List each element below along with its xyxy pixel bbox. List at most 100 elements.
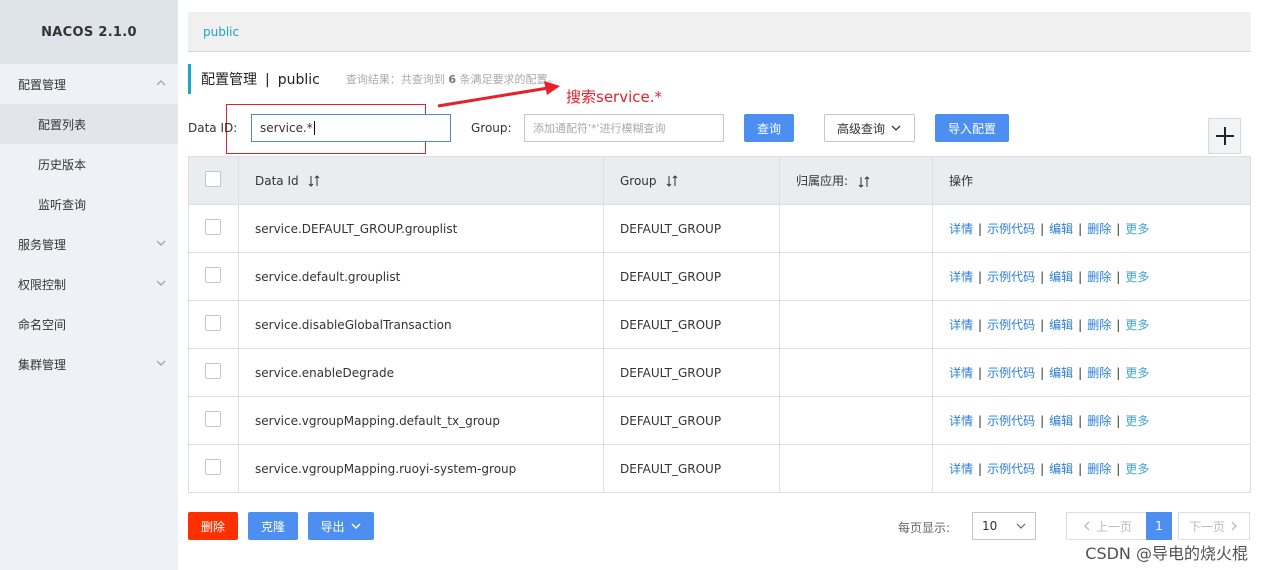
nav-history-version[interactable]: 历史版本: [0, 144, 178, 184]
delete-link[interactable]: 删除: [1087, 222, 1111, 236]
clone-button[interactable]: 克隆: [248, 512, 298, 540]
sample-code-link[interactable]: 示例代码: [987, 318, 1035, 332]
nav-access-control[interactable]: 权限控制: [0, 264, 178, 304]
add-config-button[interactable]: [1208, 118, 1241, 154]
nav-label: 配置列表: [38, 117, 87, 132]
edit-link[interactable]: 编辑: [1049, 318, 1073, 332]
op-separator: |: [1040, 414, 1045, 428]
header-data-id[interactable]: Data Id: [238, 156, 604, 205]
op-separator: |: [1078, 366, 1083, 380]
row-checkbox[interactable]: [205, 411, 221, 427]
header-label: Data Id: [255, 173, 299, 188]
text-caret: [313, 121, 315, 135]
detail-link[interactable]: 详情: [949, 318, 973, 332]
header-group[interactable]: Group: [603, 156, 780, 205]
data-id-input[interactable]: service.*: [251, 114, 451, 142]
next-page-button[interactable]: 下一页: [1178, 512, 1250, 540]
delete-link[interactable]: 删除: [1087, 270, 1111, 284]
cell-group: DEFAULT_GROUP: [603, 444, 780, 493]
more-link[interactable]: 更多: [1125, 366, 1149, 380]
edit-link[interactable]: 编辑: [1049, 462, 1073, 476]
op-separator: |: [1040, 270, 1045, 284]
header-label: Group: [620, 173, 657, 188]
page-1-button[interactable]: 1: [1146, 512, 1172, 540]
row-checkbox[interactable]: [205, 363, 221, 379]
table-row: service.disableGlobalTransaction DEFAULT_…: [188, 300, 1251, 349]
sample-code-link[interactable]: 示例代码: [987, 366, 1035, 380]
cell-data-id: service.DEFAULT_GROUP.grouplist: [238, 204, 604, 253]
title-text: 配置管理: [201, 72, 257, 88]
table-row: service.enableDegrade DEFAULT_GROUP 详情 | 示例代…: [188, 348, 1251, 397]
more-link[interactable]: 更多: [1125, 462, 1149, 476]
nav-label: 配置管理: [18, 77, 67, 92]
table-row: service.DEFAULT_GROUP.grouplist DEFAULT_G…: [188, 204, 1251, 253]
advanced-query-button[interactable]: 高级查询: [824, 114, 915, 142]
cell-group: DEFAULT_GROUP: [603, 300, 780, 349]
export-button[interactable]: 导出: [308, 512, 374, 540]
data-id-label: Data ID:: [188, 121, 238, 135]
cell-app: [779, 300, 933, 349]
detail-link[interactable]: 详情: [949, 270, 973, 284]
annotation-arrow-icon: [437, 81, 560, 108]
prev-page-button[interactable]: 上一页: [1066, 512, 1148, 540]
more-link[interactable]: 更多: [1125, 222, 1149, 236]
page-size-select[interactable]: 10: [972, 512, 1036, 540]
sort-icon[interactable]: [308, 175, 320, 187]
more-link[interactable]: 更多: [1125, 318, 1149, 332]
detail-link[interactable]: 详情: [949, 462, 973, 476]
edit-link[interactable]: 编辑: [1049, 366, 1073, 380]
nav-listener-query[interactable]: 监听查询: [0, 184, 178, 224]
nav-cluster-management[interactable]: 集群管理: [0, 344, 178, 384]
query-button[interactable]: 查询: [744, 114, 794, 142]
edit-link[interactable]: 编辑: [1049, 222, 1073, 236]
cell-group: DEFAULT_GROUP: [603, 348, 780, 397]
edit-link[interactable]: 编辑: [1049, 414, 1073, 428]
nav-service-management[interactable]: 服务管理: [0, 224, 178, 264]
cell-data-id: service.vgroupMapping.ruoyi-system-group: [238, 444, 604, 493]
sample-code-link[interactable]: 示例代码: [987, 462, 1035, 476]
detail-link[interactable]: 详情: [949, 414, 973, 428]
group-input[interactable]: 添加通配符'*'进行模糊查询: [524, 114, 724, 142]
delete-link[interactable]: 删除: [1087, 318, 1111, 332]
advanced-query-label: 高级查询: [836, 121, 885, 136]
chevron-right-icon: [1231, 521, 1237, 531]
batch-delete-button[interactable]: 删除: [188, 512, 238, 540]
detail-link[interactable]: 详情: [949, 222, 973, 236]
select-all-checkbox[interactable]: [205, 171, 221, 187]
cell-operations: 详情 | 示例代码 | 编辑 | 删除 | 更多: [932, 348, 1251, 397]
sample-code-link[interactable]: 示例代码: [987, 222, 1035, 236]
cell-operations: 详情 | 示例代码 | 编辑 | 删除 | 更多: [932, 252, 1251, 301]
row-checkbox[interactable]: [205, 459, 221, 475]
row-select-cell: [188, 204, 239, 253]
more-link[interactable]: 更多: [1125, 270, 1149, 284]
nav-namespace[interactable]: 命名空间: [0, 304, 178, 344]
sample-code-link[interactable]: 示例代码: [987, 414, 1035, 428]
nav-label: 集群管理: [18, 357, 67, 372]
more-link[interactable]: 更多: [1125, 414, 1149, 428]
nav-config-list[interactable]: 配置列表: [0, 104, 178, 144]
delete-link[interactable]: 删除: [1087, 414, 1111, 428]
brand-logo: NACOS 2.1.0: [0, 0, 178, 64]
page-title: 配置管理 | public: [201, 69, 320, 89]
op-separator: |: [1040, 222, 1045, 236]
op-separator: |: [1078, 414, 1083, 428]
edit-link[interactable]: 编辑: [1049, 270, 1073, 284]
detail-link[interactable]: 详情: [949, 366, 973, 380]
sort-icon[interactable]: [858, 175, 870, 188]
sort-icon[interactable]: [666, 175, 678, 187]
cell-operations: 详情 | 示例代码 | 编辑 | 删除 | 更多: [932, 204, 1251, 253]
delete-link[interactable]: 删除: [1087, 462, 1111, 476]
row-checkbox[interactable]: [205, 267, 221, 283]
page-size-label: 每页显示:: [898, 521, 951, 535]
op-separator: |: [978, 414, 983, 428]
header-app[interactable]: 归属应用:: [779, 156, 933, 205]
sample-code-link[interactable]: 示例代码: [987, 270, 1035, 284]
op-separator: |: [1078, 270, 1083, 284]
nav-config-management[interactable]: 配置管理: [0, 64, 178, 104]
row-checkbox[interactable]: [205, 315, 221, 331]
op-separator: |: [1116, 318, 1121, 332]
row-checkbox[interactable]: [205, 219, 221, 235]
namespace-tab-public[interactable]: public: [203, 25, 239, 39]
import-config-button[interactable]: 导入配置: [935, 114, 1009, 142]
delete-link[interactable]: 删除: [1087, 366, 1111, 380]
